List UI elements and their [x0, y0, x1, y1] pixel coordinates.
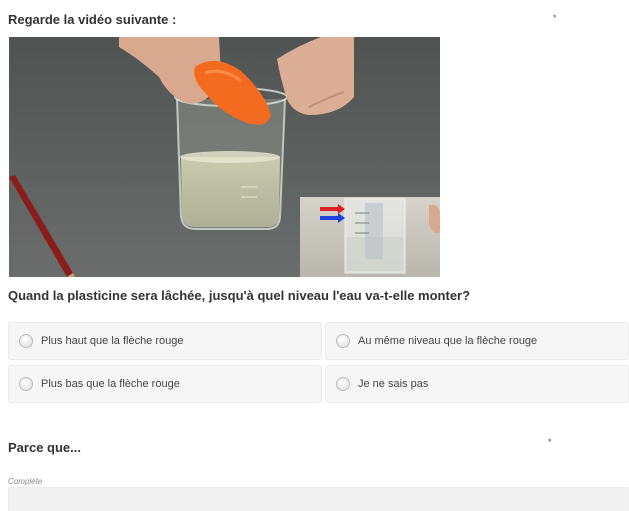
video-frame-image — [9, 37, 440, 277]
reason-question-title: Parce que... — [8, 440, 81, 455]
choice-same-level[interactable]: Au même niveau que la flèche rouge — [325, 322, 629, 360]
choice-dont-know[interactable]: Je ne sais pas — [325, 365, 629, 403]
radio-button[interactable] — [19, 334, 33, 348]
choice-lower[interactable]: Plus bas que la flèche rouge — [8, 365, 322, 403]
choice-higher[interactable]: Plus haut que la flèche rouge — [8, 322, 322, 360]
required-asterisk: * — [548, 437, 552, 447]
reason-answer-field[interactable] — [8, 487, 629, 511]
radio-button[interactable] — [336, 377, 350, 391]
choice-label: Au même niveau que la flèche rouge — [358, 335, 538, 347]
video-question-title: Regarde la vidéo suivante : — [8, 12, 177, 27]
answer-hint: Complète — [8, 477, 43, 486]
prediction-question-title: Quand la plasticine sera lâchée, jusqu'à… — [8, 288, 471, 303]
choice-label: Plus haut que la flèche rouge — [41, 335, 184, 347]
video-player[interactable] — [9, 37, 440, 277]
choice-label: Je ne sais pas — [358, 378, 429, 390]
choice-label: Plus bas que la flèche rouge — [41, 378, 180, 390]
radio-button[interactable] — [19, 377, 33, 391]
radio-button[interactable] — [336, 334, 350, 348]
required-asterisk: * — [553, 13, 557, 23]
